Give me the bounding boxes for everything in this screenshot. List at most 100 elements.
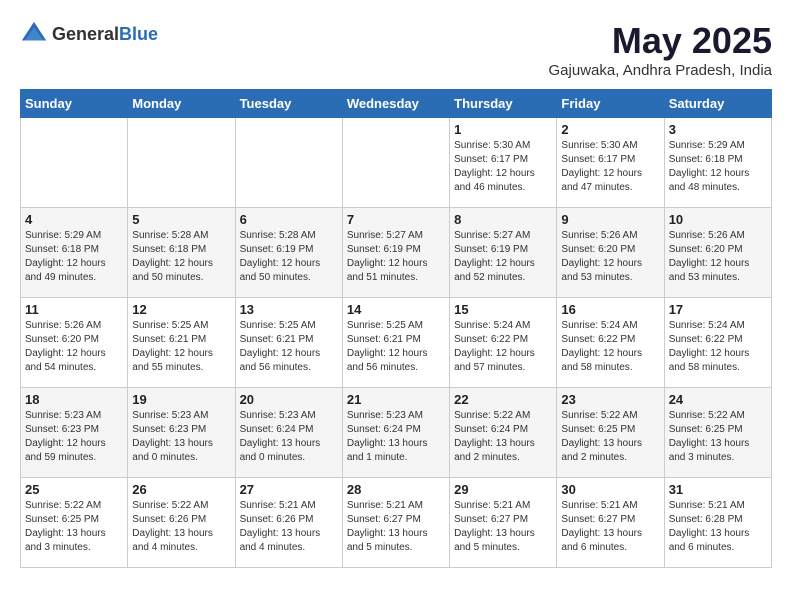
header-day-monday: Monday — [128, 90, 235, 118]
day-number: 15 — [454, 302, 552, 317]
calendar-cell: 25 Sunrise: 5:22 AM Sunset: 6:25 PM Dayli… — [21, 478, 128, 568]
logo-icon — [20, 20, 48, 48]
day-info: Sunrise: 5:23 AM Sunset: 6:23 PM Dayligh… — [132, 409, 230, 465]
calendar-cell: 9Sunrise: 5:26 AM Sunset: 6:20 PM Daylig… — [557, 208, 664, 298]
calendar-cell: 1 Sunrise: 5:30 AM Sunset: 6:17 PM Daylig… — [450, 118, 557, 208]
day-info: Sunrise: 5:30 AM Sunset: 6:17 PM Dayligh… — [561, 139, 659, 195]
day-info: Sunrise: 5:24 AM Sunset: 6:22 PM Dayligh… — [669, 319, 767, 375]
day-number: 2 — [561, 122, 659, 137]
calendar-week-1: 1 Sunrise: 5:30 AM Sunset: 6:17 PM Daylig… — [21, 118, 772, 208]
day-info: Sunrise: 5:22 AM Sunset: 6:25 PM Dayligh… — [669, 409, 767, 465]
day-number: 27 — [240, 482, 338, 497]
calendar-table: SundayMondayTuesdayWednesdayThursdayFrid… — [20, 89, 772, 568]
calendar-cell: 6 Sunrise: 5:28 AM Sunset: 6:19 PM Daylig… — [235, 208, 342, 298]
day-number: 18 — [25, 392, 123, 407]
day-number: 25 — [25, 482, 123, 497]
day-number: 6 — [240, 212, 338, 227]
day-number: 9 — [561, 212, 659, 227]
day-info: Sunrise: 5:28 AM Sunset: 6:19 PM Dayligh… — [240, 229, 338, 285]
month-title: May 2025 — [549, 20, 772, 62]
day-number: 10 — [669, 212, 767, 227]
calendar-cell: 10 Sunrise: 5:26 AM Sunset: 6:20 PM Dayli… — [664, 208, 771, 298]
day-info: Sunrise: 5:23 AM Sunset: 6:24 PM Dayligh… — [347, 409, 445, 465]
logo: GeneralBlue — [20, 20, 158, 48]
day-number: 19 — [132, 392, 230, 407]
day-info: Sunrise: 5:26 AM Sunset: 6:20 PM Dayligh… — [25, 319, 123, 375]
calendar-cell: 19 Sunrise: 5:23 AM Sunset: 6:23 PM Dayli… — [128, 388, 235, 478]
header-day-saturday: Saturday — [664, 90, 771, 118]
calendar-cell: 12Sunrise: 5:25 AM Sunset: 6:21 PM Dayli… — [128, 298, 235, 388]
day-number: 20 — [240, 392, 338, 407]
day-number: 22 — [454, 392, 552, 407]
day-info: Sunrise: 5:21 AM Sunset: 6:27 PM Dayligh… — [561, 499, 659, 555]
day-number: 7 — [347, 212, 445, 227]
day-info: Sunrise: 5:21 AM Sunset: 6:27 PM Dayligh… — [347, 499, 445, 555]
calendar-cell: 24 Sunrise: 5:22 AM Sunset: 6:25 PM Dayli… — [664, 388, 771, 478]
day-info: Sunrise: 5:25 AM Sunset: 6:21 PM Dayligh… — [347, 319, 445, 375]
calendar-cell: 13 Sunrise: 5:25 AM Sunset: 6:21 PM Dayli… — [235, 298, 342, 388]
calendar-cell: 31Sunrise: 5:21 AM Sunset: 6:28 PM Dayli… — [664, 478, 771, 568]
header-day-friday: Friday — [557, 90, 664, 118]
day-number: 8 — [454, 212, 552, 227]
day-info: Sunrise: 5:24 AM Sunset: 6:22 PM Dayligh… — [454, 319, 552, 375]
calendar-cell: 2 Sunrise: 5:30 AM Sunset: 6:17 PM Daylig… — [557, 118, 664, 208]
day-number: 1 — [454, 122, 552, 137]
logo-text-general: General — [52, 24, 119, 44]
day-number: 21 — [347, 392, 445, 407]
subtitle: Gajuwaka, Andhra Pradesh, India — [549, 62, 772, 79]
calendar-cell: 8Sunrise: 5:27 AM Sunset: 6:19 PM Daylig… — [450, 208, 557, 298]
day-number: 4 — [25, 212, 123, 227]
day-number: 26 — [132, 482, 230, 497]
day-info: Sunrise: 5:22 AM Sunset: 6:25 PM Dayligh… — [561, 409, 659, 465]
day-info: Sunrise: 5:21 AM Sunset: 6:26 PM Dayligh… — [240, 499, 338, 555]
calendar-cell — [235, 118, 342, 208]
calendar-cell — [128, 118, 235, 208]
day-info: Sunrise: 5:24 AM Sunset: 6:22 PM Dayligh… — [561, 319, 659, 375]
header: GeneralBlue May 2025 Gajuwaka, Andhra Pr… — [20, 20, 772, 79]
logo-text-blue: Blue — [119, 24, 158, 44]
day-info: Sunrise: 5:25 AM Sunset: 6:21 PM Dayligh… — [132, 319, 230, 375]
calendar-cell: 15 Sunrise: 5:24 AM Sunset: 6:22 PM Dayli… — [450, 298, 557, 388]
calendar-cell: 18 Sunrise: 5:23 AM Sunset: 6:23 PM Dayli… — [21, 388, 128, 478]
calendar-cell: 28Sunrise: 5:21 AM Sunset: 6:27 PM Dayli… — [342, 478, 449, 568]
day-info: Sunrise: 5:29 AM Sunset: 6:18 PM Dayligh… — [25, 229, 123, 285]
calendar-cell: 3 Sunrise: 5:29 AM Sunset: 6:18 PM Daylig… — [664, 118, 771, 208]
day-info: Sunrise: 5:25 AM Sunset: 6:21 PM Dayligh… — [240, 319, 338, 375]
calendar-week-3: 11 Sunrise: 5:26 AM Sunset: 6:20 PM Dayli… — [21, 298, 772, 388]
day-info: Sunrise: 5:30 AM Sunset: 6:17 PM Dayligh… — [454, 139, 552, 195]
calendar-cell — [21, 118, 128, 208]
day-number: 24 — [669, 392, 767, 407]
day-number: 11 — [25, 302, 123, 317]
header-day-wednesday: Wednesday — [342, 90, 449, 118]
calendar-cell: 22Sunrise: 5:22 AM Sunset: 6:24 PM Dayli… — [450, 388, 557, 478]
day-number: 13 — [240, 302, 338, 317]
calendar-cell: 11 Sunrise: 5:26 AM Sunset: 6:20 PM Dayli… — [21, 298, 128, 388]
calendar-cell: 17Sunrise: 5:24 AM Sunset: 6:22 PM Dayli… — [664, 298, 771, 388]
calendar-cell: 14Sunrise: 5:25 AM Sunset: 6:21 PM Dayli… — [342, 298, 449, 388]
calendar-cell: 23Sunrise: 5:22 AM Sunset: 6:25 PM Dayli… — [557, 388, 664, 478]
header-day-thursday: Thursday — [450, 90, 557, 118]
calendar-week-4: 18 Sunrise: 5:23 AM Sunset: 6:23 PM Dayli… — [21, 388, 772, 478]
day-info: Sunrise: 5:27 AM Sunset: 6:19 PM Dayligh… — [347, 229, 445, 285]
day-info: Sunrise: 5:26 AM Sunset: 6:20 PM Dayligh… — [669, 229, 767, 285]
day-number: 16 — [561, 302, 659, 317]
day-number: 31 — [669, 482, 767, 497]
header-day-sunday: Sunday — [21, 90, 128, 118]
calendar-cell: 21 Sunrise: 5:23 AM Sunset: 6:24 PM Dayli… — [342, 388, 449, 478]
calendar-cell: 20 Sunrise: 5:23 AM Sunset: 6:24 PM Dayli… — [235, 388, 342, 478]
day-info: Sunrise: 5:23 AM Sunset: 6:24 PM Dayligh… — [240, 409, 338, 465]
calendar-cell: 29 Sunrise: 5:21 AM Sunset: 6:27 PM Dayli… — [450, 478, 557, 568]
day-number: 3 — [669, 122, 767, 137]
calendar-cell: 26Sunrise: 5:22 AM Sunset: 6:26 PM Dayli… — [128, 478, 235, 568]
calendar-week-2: 4 Sunrise: 5:29 AM Sunset: 6:18 PM Daylig… — [21, 208, 772, 298]
day-info: Sunrise: 5:28 AM Sunset: 6:18 PM Dayligh… — [132, 229, 230, 285]
day-info: Sunrise: 5:29 AM Sunset: 6:18 PM Dayligh… — [669, 139, 767, 195]
day-number: 29 — [454, 482, 552, 497]
day-number: 30 — [561, 482, 659, 497]
day-info: Sunrise: 5:23 AM Sunset: 6:23 PM Dayligh… — [25, 409, 123, 465]
calendar-cell: 7 Sunrise: 5:27 AM Sunset: 6:19 PM Daylig… — [342, 208, 449, 298]
day-info: Sunrise: 5:21 AM Sunset: 6:27 PM Dayligh… — [454, 499, 552, 555]
calendar-cell: 4 Sunrise: 5:29 AM Sunset: 6:18 PM Daylig… — [21, 208, 128, 298]
calendar-header-row: SundayMondayTuesdayWednesdayThursdayFrid… — [21, 90, 772, 118]
day-info: Sunrise: 5:22 AM Sunset: 6:25 PM Dayligh… — [25, 499, 123, 555]
